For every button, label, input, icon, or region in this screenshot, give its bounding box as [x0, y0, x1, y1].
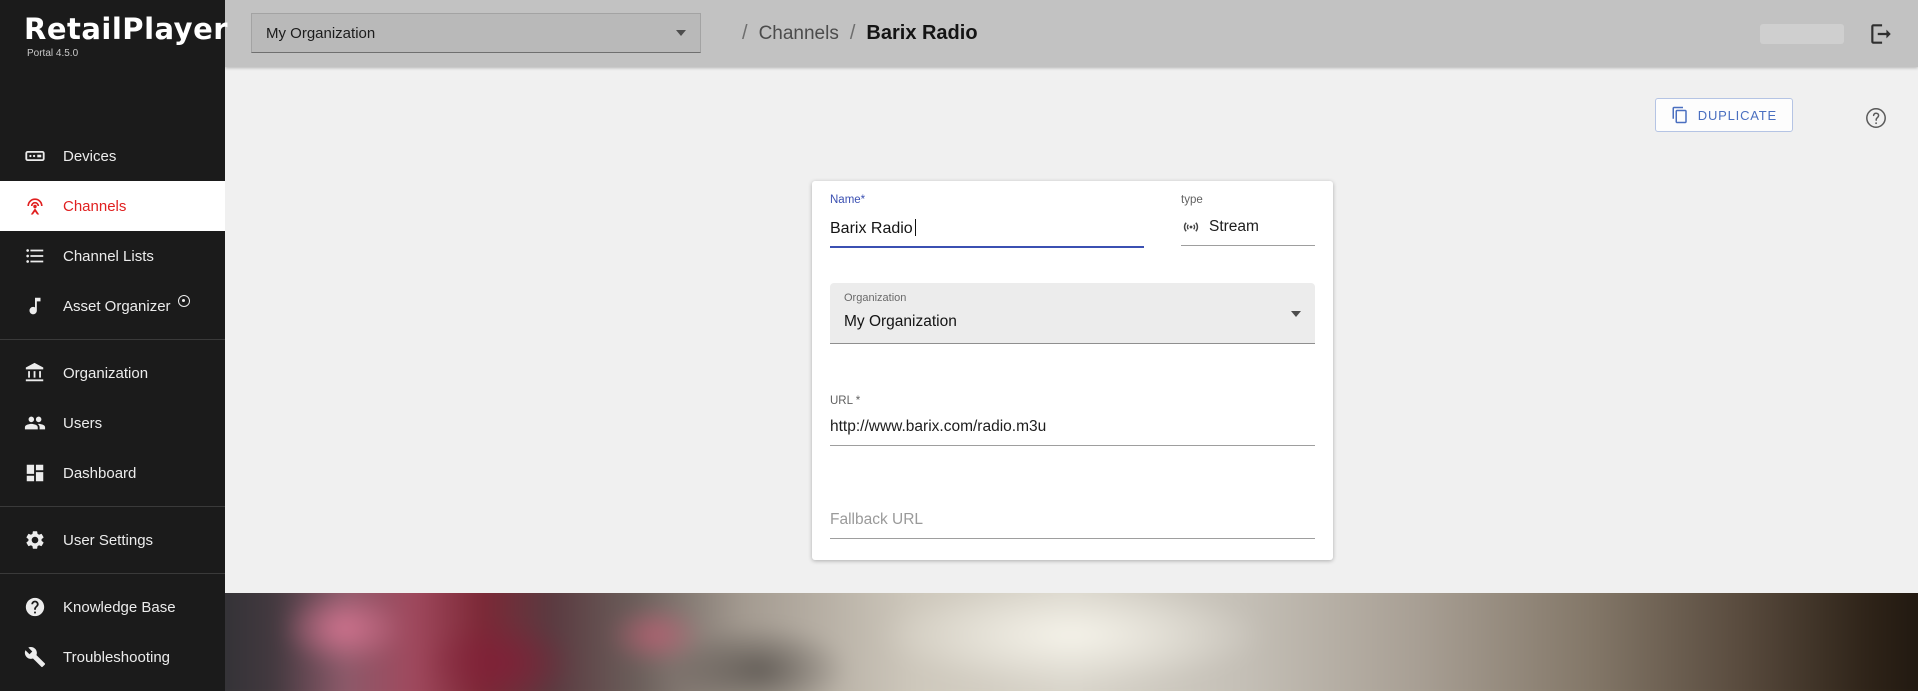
name-field-label: Name*	[830, 194, 866, 206]
sidebar-divider	[0, 506, 225, 507]
background-photo	[225, 593, 1918, 691]
chevron-down-icon	[676, 30, 686, 36]
sidebar-item-dashboard[interactable]: Dashboard	[0, 448, 225, 498]
organization-select[interactable]: Organization My Organization	[830, 283, 1315, 344]
header-organization-value: My Organization	[266, 24, 376, 42]
url-input[interactable]: http://www.barix.com/radio.m3u	[830, 418, 1315, 446]
main-content: DUPLICATE Name* Barix Radio type Stream …	[225, 67, 1918, 593]
help-circle-icon	[24, 596, 46, 618]
logout-icon	[1868, 21, 1894, 47]
bank-icon	[24, 362, 46, 384]
name-field[interactable]: Name* Barix Radio	[830, 194, 1144, 248]
sidebar-item-label: Organization	[63, 364, 149, 382]
broadcast-antenna-icon	[24, 195, 46, 217]
help-button[interactable]	[1864, 106, 1888, 130]
sidebar-item-label: Channel Lists	[63, 247, 154, 265]
type-field: type Stream	[1181, 194, 1315, 246]
url-field-label: URL *	[830, 395, 861, 407]
text-cursor	[914, 219, 917, 236]
stream-icon	[1181, 217, 1201, 237]
breadcrumb: / Channels / Barix Radio	[742, 0, 978, 67]
sidebar-item-label: Devices	[63, 147, 117, 165]
sidebar-item-label: User Settings	[63, 531, 154, 549]
sidebar-item-troubleshooting[interactable]: Troubleshooting	[0, 632, 225, 682]
asset-organizer-badge-icon	[177, 295, 190, 307]
music-note-icon	[24, 295, 46, 317]
fallback-url-field[interactable]: Fallback URL	[830, 511, 1315, 539]
sidebar: RetailPlayer Portal 4.5.0 Devices Channe…	[0, 0, 229, 691]
sidebar-item-label: Asset Organizer	[63, 297, 171, 315]
organization-select-label: Organization	[844, 292, 907, 304]
copy-icon	[1671, 106, 1689, 124]
question-circle-icon	[1864, 106, 1888, 130]
sidebar-item-knowledge-base[interactable]: Knowledge Base	[0, 582, 225, 632]
background-photo-blur	[225, 593, 1918, 691]
organization-select-value: My Organization	[844, 313, 957, 330]
app-logo-text: RetailPlayer	[24, 12, 229, 46]
people-icon	[24, 412, 46, 434]
sidebar-divider	[0, 573, 225, 574]
duplicate-button-label: DUPLICATE	[1697, 107, 1777, 123]
loading-placeholder	[1760, 24, 1844, 44]
sidebar-item-users[interactable]: Users	[0, 398, 225, 448]
devices-icon	[24, 145, 46, 167]
name-input[interactable]: Barix Radio	[830, 220, 913, 237]
chevron-down-icon	[1291, 311, 1301, 317]
breadcrumb-page: Barix Radio	[866, 22, 978, 44]
fallback-url-input[interactable]: Fallback URL	[830, 511, 1315, 539]
breadcrumb-separator: /	[849, 22, 856, 44]
app-logo: RetailPlayer Portal 4.5.0	[0, 0, 229, 67]
breadcrumb-separator: /	[742, 22, 748, 44]
breadcrumb-section[interactable]: Channels	[759, 23, 839, 45]
top-header: My Organization / Channels / Barix Radio	[225, 0, 1918, 67]
sidebar-item-label: Users	[63, 414, 103, 432]
logout-button[interactable]	[1866, 19, 1896, 49]
sidebar-item-label: Dashboard	[63, 464, 137, 482]
sidebar-item-devices[interactable]: Devices	[0, 131, 225, 181]
channel-form-card: Name* Barix Radio type Stream Organizati…	[812, 181, 1333, 560]
sidebar-item-organization[interactable]: Organization	[0, 348, 225, 398]
sidebar-item-label: Troubleshooting	[63, 648, 171, 666]
type-field-label: type	[1181, 194, 1203, 206]
gear-icon	[24, 529, 46, 551]
sidebar-item-label: Channels	[63, 197, 127, 215]
sidebar-menu: Devices Channels Channel Lists Asset Org…	[0, 131, 225, 682]
type-value: Stream	[1209, 218, 1259, 235]
sidebar-item-channel-lists[interactable]: Channel Lists	[0, 231, 225, 281]
wrench-icon	[24, 646, 46, 668]
url-field[interactable]: URL * http://www.barix.com/radio.m3u	[830, 395, 1315, 446]
sidebar-item-label: Knowledge Base	[63, 598, 176, 616]
dashboard-icon	[24, 462, 46, 484]
app-version: Portal 4.5.0	[27, 48, 79, 59]
sidebar-divider	[0, 339, 225, 340]
sidebar-item-user-settings[interactable]: User Settings	[0, 515, 225, 565]
duplicate-button[interactable]: DUPLICATE	[1654, 98, 1793, 132]
header-organization-select[interactable]: My Organization	[251, 13, 701, 53]
sidebar-item-channels[interactable]: Channels	[0, 181, 225, 231]
list-icon	[24, 245, 46, 267]
sidebar-item-asset-organizer[interactable]: Asset Organizer	[0, 281, 225, 331]
